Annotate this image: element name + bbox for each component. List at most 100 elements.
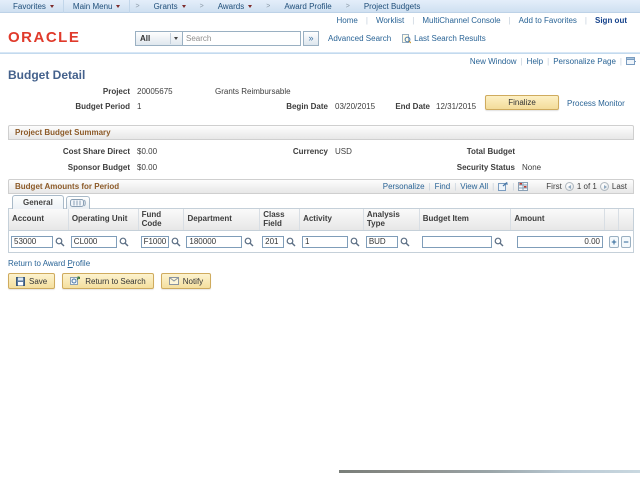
breadcrumb-project-budgets-label: Project Budgets — [363, 1, 421, 11]
sponsor-budget-value: $0.00 — [137, 163, 158, 172]
link-divider: | — [492, 182, 495, 191]
search-input[interactable] — [183, 31, 301, 46]
show-all-columns-icon — [70, 199, 86, 207]
add-row-button[interactable]: + — [609, 235, 619, 248]
view-all-link[interactable]: View All — [460, 182, 488, 191]
budget-amounts-grid: Account Operating Unit Fund Code Departm… — [8, 208, 634, 253]
last-search-results-link[interactable]: Last Search Results — [402, 33, 486, 44]
notify-button[interactable]: Notify — [160, 273, 212, 289]
breadcrumb-item-award-profile[interactable]: Award Profile — [275, 0, 340, 13]
save-button-label: Save — [29, 276, 48, 286]
header-links: Home | Worklist | MultiChannel Console |… — [329, 14, 635, 26]
activity-field[interactable] — [302, 235, 349, 248]
department-field[interactable] — [186, 235, 243, 248]
analysis-type-lookup-icon[interactable] — [400, 237, 410, 247]
download-to-excel-icon[interactable] — [518, 182, 529, 191]
save-button[interactable]: Save — [8, 273, 56, 289]
add-to-favorites-link[interactable]: Add to Favorites — [511, 16, 585, 25]
operating-unit-lookup-icon[interactable] — [119, 237, 129, 247]
activity-lookup-icon[interactable] — [350, 237, 360, 247]
project-value: 20005675 — [137, 87, 173, 96]
budget-amounts-header: Budget Amounts for Period Personalize | … — [8, 179, 634, 194]
column-header-analysis-type: Analysis Type — [364, 209, 420, 230]
operating-unit-field[interactable] — [70, 235, 117, 248]
fund-code-lookup-icon[interactable] — [171, 237, 181, 247]
budget-item-field[interactable] — [421, 235, 492, 248]
project-label: Project — [102, 87, 130, 96]
currency-value: USD — [335, 147, 352, 156]
breadcrumb-item-awards[interactable]: Awards — [209, 0, 262, 13]
class-field-field[interactable] — [262, 235, 285, 248]
breadcrumb-item-project-budgets[interactable]: Project Budgets — [355, 0, 429, 13]
chevron-down-icon — [174, 37, 178, 40]
column-header-amount: Amount — [511, 209, 606, 230]
process-monitor-link[interactable]: Process Monitor — [567, 99, 625, 108]
search-go-button[interactable]: » — [303, 31, 319, 46]
advanced-search-link[interactable]: Advanced Search — [328, 34, 391, 43]
help-link[interactable]: Help — [527, 57, 543, 66]
notify-button-label: Notify — [182, 276, 204, 286]
page-title: Budget Detail — [8, 68, 86, 82]
column-header-department: Department — [184, 209, 261, 230]
home-link[interactable]: Home — [329, 16, 366, 25]
scope-divider — [170, 33, 171, 44]
total-budget-label: Total Budget — [466, 147, 515, 156]
toolbar-buttons: Save Return to Search Notify — [8, 273, 212, 289]
personalize-link[interactable]: Personalize — [383, 182, 425, 191]
search-scope-dropdown[interactable]: All — [135, 31, 183, 46]
return-to-award-profile-link[interactable]: Return to Award Profile — [8, 259, 90, 268]
return-to-search-icon — [70, 276, 81, 285]
tab-show-all-columns[interactable] — [66, 196, 90, 209]
class-field-lookup-icon[interactable] — [286, 237, 296, 247]
find-link[interactable]: Find — [435, 182, 451, 191]
sponsor-budget-label: Sponsor Budget — [67, 163, 130, 172]
notify-envelope-icon — [168, 277, 179, 285]
account-lookup-icon[interactable] — [55, 237, 65, 247]
link-divider: | — [520, 57, 523, 66]
finalize-button[interactable]: Finalize — [485, 95, 559, 110]
chevron-down-icon — [181, 4, 186, 8]
tab-general[interactable]: General — [12, 195, 64, 209]
grid-header-row: Account Operating Unit Fund Code Departm… — [9, 209, 633, 231]
personalize-page-link[interactable]: Personalize Page — [553, 57, 616, 66]
multichannel-console-link[interactable]: MultiChannel Console — [414, 16, 508, 25]
delete-row-button[interactable]: − — [621, 235, 631, 248]
return-to-search-button-label: Return to Search — [85, 276, 146, 286]
column-header-account: Account — [9, 209, 69, 230]
column-header-activity: Activity — [300, 209, 364, 230]
project-description: Grants Reimbursable — [215, 87, 291, 96]
last-search-results-label: Last Search Results — [414, 34, 486, 43]
new-window-link[interactable]: New Window — [470, 57, 517, 66]
breadcrumb-item-grants[interactable]: Grants — [145, 0, 195, 13]
link-divider: | — [512, 182, 515, 191]
sign-out-link[interactable]: Sign out — [587, 16, 635, 25]
search-scope-value: All — [140, 34, 151, 43]
breadcrumb-award-profile-label: Award Profile — [284, 1, 332, 11]
column-header-remove — [619, 209, 633, 230]
link-divider: | — [619, 57, 622, 66]
end-date-value: 12/31/2015 — [436, 102, 477, 111]
pager-next-button[interactable] — [599, 182, 609, 191]
pager-previous-button[interactable] — [564, 182, 574, 191]
return-to-search-button[interactable]: Return to Search — [62, 273, 154, 289]
department-lookup-icon[interactable] — [244, 237, 254, 247]
analysis-type-field[interactable] — [365, 235, 398, 248]
budget-item-lookup-icon[interactable] — [494, 237, 504, 247]
background-window-edge — [339, 470, 640, 473]
zoom-grid-popout-icon[interactable] — [498, 182, 508, 191]
column-header-class-field: Class Field — [260, 209, 301, 230]
breadcrumb-main-menu[interactable]: Main Menu — [62, 0, 131, 13]
budget-amounts-title: Budget Amounts for Period — [15, 182, 120, 191]
http-window-icon[interactable] — [626, 57, 636, 66]
oracle-logo: ORACLE — [8, 29, 81, 46]
pager-last-label: Last — [611, 182, 627, 191]
currency-label: Currency — [292, 147, 328, 156]
amount-field[interactable] — [517, 235, 603, 248]
account-field[interactable] — [11, 235, 53, 248]
fund-code-field[interactable] — [140, 235, 169, 248]
link-divider: | — [454, 182, 457, 191]
breadcrumb-favorites[interactable]: Favorites — [4, 0, 63, 13]
worklist-link[interactable]: Worklist — [368, 16, 412, 25]
breadcrumb-separator: > — [135, 2, 140, 10]
grid-data-row: + − — [9, 231, 633, 252]
